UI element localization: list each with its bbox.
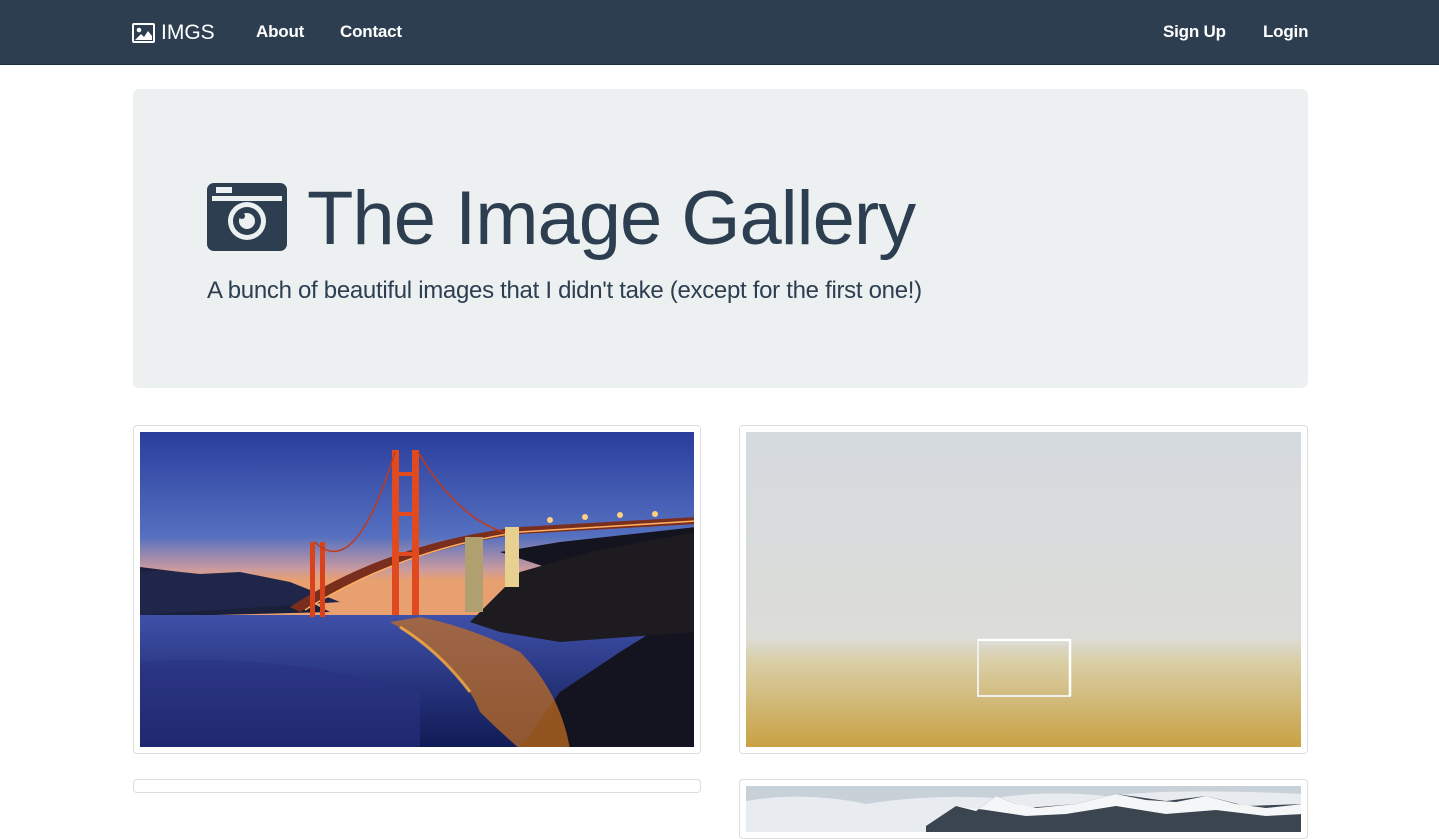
nav-contact-link[interactable]: Contact [340,22,402,42]
brand-link[interactable]: IMGS [132,20,215,46]
jumbotron: The Image Gallery A bunch of beautiful i… [133,89,1308,388]
mountains-image [746,786,1301,832]
camera-icon [207,182,287,256]
page-subtitle: A bunch of beautiful images that I didn'… [207,277,922,304]
thumbnail-empty[interactable] [133,779,701,793]
foggy-field-image [746,432,1301,747]
image-icon [132,23,155,43]
nav-login-link[interactable]: Login [1263,22,1308,42]
nav-about-link[interactable]: About [256,22,304,42]
nav-signup-link[interactable]: Sign Up [1163,22,1226,42]
brand-label: IMGS [161,21,215,44]
thumbnail-mountains[interactable] [739,779,1308,839]
page-title: The Image Gallery [207,176,916,261]
thumbnail-golden-gate[interactable] [133,425,701,754]
thumbnail-foggy-field[interactable] [739,425,1308,754]
page-title-text: The Image Gallery [307,176,916,261]
golden-gate-image [140,432,694,747]
navbar: IMGS About Contact Sign Up Login [0,0,1439,65]
